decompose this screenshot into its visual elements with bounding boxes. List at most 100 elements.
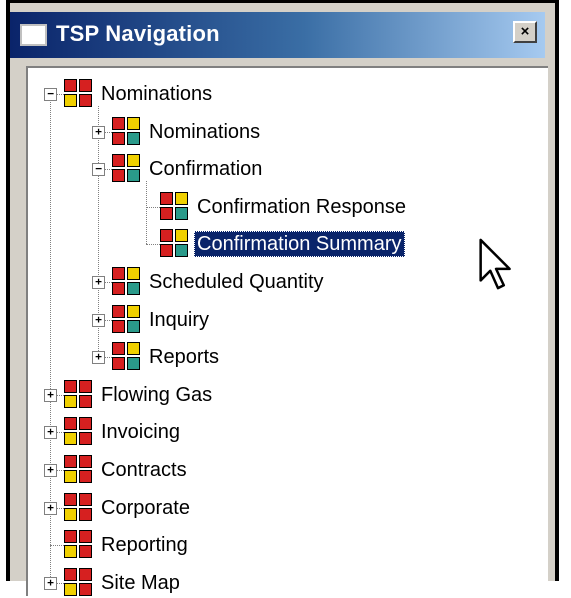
icon-tile <box>175 244 188 258</box>
icon-tile <box>64 432 77 446</box>
folder-module-icon <box>64 379 94 410</box>
icon-tile <box>112 116 125 130</box>
window-title: TSP Navigation <box>56 21 220 46</box>
icon-tile <box>112 154 125 168</box>
icon-tile <box>79 79 92 92</box>
icon-tile <box>79 379 92 393</box>
icon-tile <box>64 470 77 483</box>
tree-item-label[interactable]: Nominations <box>98 81 215 107</box>
icon-tile <box>79 530 92 544</box>
folder-module-icon <box>160 191 190 222</box>
icon-tile <box>160 206 173 220</box>
tree-item-label[interactable]: Flowing Gas <box>98 382 215 408</box>
tree-item-label[interactable]: Confirmation Summary <box>194 231 405 258</box>
collapse-icon[interactable]: − <box>92 163 105 177</box>
tree-item-label[interactable]: Corporate <box>98 495 193 521</box>
folder-module-icon <box>112 267 142 297</box>
icon-tile <box>64 379 77 393</box>
icon-tile <box>64 394 77 408</box>
tree-connector-line <box>146 206 160 208</box>
folder-module-icon <box>112 116 142 147</box>
icon-tile <box>112 267 125 280</box>
icon-tile <box>64 582 77 596</box>
icon-tile <box>127 319 140 333</box>
tree-item-label[interactable]: Nominations <box>146 119 263 145</box>
icon-tile <box>79 417 92 431</box>
tree-item-label[interactable]: Invoicing <box>98 419 183 445</box>
icon-tile <box>127 154 140 168</box>
folder-module-icon <box>64 455 94 485</box>
icon-tile <box>112 131 125 145</box>
icon-tile <box>112 304 125 318</box>
icon-tile <box>112 319 125 333</box>
expand-icon[interactable]: + <box>92 313 105 327</box>
icon-tile <box>79 94 92 107</box>
icon-tile <box>64 94 77 107</box>
icon-tile <box>79 545 92 559</box>
tree-item-label[interactable]: Site Map <box>98 570 183 596</box>
icon-tile <box>112 169 125 183</box>
icon-tile <box>160 229 173 243</box>
close-button[interactable]: × <box>513 21 537 43</box>
navigation-tree[interactable]: − Nominations + Nominations − Confirmation Con… <box>26 66 548 596</box>
icon-tile <box>127 282 140 295</box>
tree-connector-line <box>50 545 64 547</box>
icon-tile <box>127 342 140 356</box>
tree-item-label[interactable]: Confirmation <box>146 156 265 182</box>
icon-tile <box>127 267 140 280</box>
icon-tile <box>64 455 77 468</box>
icon-tile <box>127 357 140 371</box>
icon-tile <box>64 567 77 581</box>
tree-item-label[interactable]: Reporting <box>98 532 191 558</box>
icon-tile <box>64 79 77 92</box>
folder-module-icon <box>64 567 94 598</box>
icon-tile <box>127 116 140 130</box>
expand-icon[interactable]: + <box>92 125 105 139</box>
expand-icon[interactable]: + <box>44 464 57 477</box>
tree-item-label[interactable]: Reports <box>146 344 222 370</box>
expand-icon[interactable]: + <box>92 351 105 365</box>
icon-tile <box>79 507 92 521</box>
icon-tile <box>79 455 92 468</box>
tree-item-label[interactable]: Confirmation Response <box>194 194 409 220</box>
icon-tile <box>160 191 173 205</box>
title-bar[interactable]: TSP Navigation × <box>10 12 545 58</box>
expand-icon[interactable]: + <box>44 426 57 440</box>
tree-item-label[interactable]: Inquiry <box>146 307 212 333</box>
folder-module-icon <box>64 492 94 523</box>
tree-item-label[interactable]: Contracts <box>98 457 190 483</box>
expand-icon[interactable]: + <box>44 576 57 590</box>
icon-tile <box>64 417 77 431</box>
icon-tile <box>112 357 125 371</box>
folder-module-icon <box>112 342 142 372</box>
icon-tile <box>160 244 173 258</box>
icon-tile <box>64 507 77 521</box>
icon-tile <box>79 567 92 581</box>
mouse-cursor-icon <box>479 238 511 290</box>
icon-tile <box>175 191 188 205</box>
icon-tile <box>175 229 188 243</box>
folder-module-icon <box>64 530 94 560</box>
icon-tile <box>79 394 92 408</box>
tree-connector-line <box>146 181 147 245</box>
icon-tile <box>64 530 77 544</box>
folder-module-icon <box>112 304 142 335</box>
icon-tile <box>112 342 125 356</box>
tree-item-label[interactable]: Scheduled Quantity <box>146 269 327 295</box>
expand-icon[interactable]: + <box>44 388 57 402</box>
expand-icon[interactable]: + <box>92 276 105 289</box>
expand-icon[interactable]: + <box>44 501 57 515</box>
folder-module-icon <box>112 154 142 184</box>
icon-tile <box>127 169 140 183</box>
icon-tile <box>112 282 125 295</box>
icon-tile <box>64 492 77 506</box>
icon-tile <box>79 582 92 596</box>
folder-module-icon <box>64 79 94 109</box>
icon-tile <box>127 304 140 318</box>
icon-tile <box>79 492 92 506</box>
tree-connector-line <box>146 244 160 246</box>
icon-tile <box>79 432 92 446</box>
collapse-icon[interactable]: − <box>44 88 57 101</box>
icon-tile <box>64 545 77 559</box>
icon-tile <box>175 206 188 220</box>
